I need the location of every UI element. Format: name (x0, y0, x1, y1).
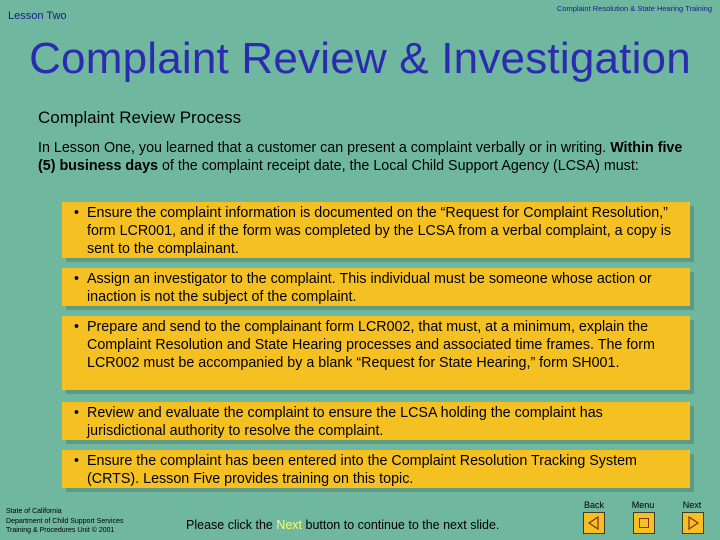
bullet-text-3: Prepare and send to the complainant form… (87, 319, 655, 371)
lesson-label: Lesson Two (8, 10, 67, 22)
bullet-box-3: • Prepare and send to the complainant fo… (62, 316, 690, 390)
instruction-pre: Please click the (186, 518, 277, 532)
bullet-text-1: Ensure the complaint information is docu… (87, 205, 672, 257)
back-label: Back (583, 500, 604, 510)
section-heading: Complaint Review Process (38, 108, 242, 127)
intro-text-end: of the complaint receipt date, the Local… (157, 158, 639, 174)
bullet-marker: • (74, 205, 80, 221)
back-arrow-icon (587, 515, 599, 531)
bullet-marker: • (74, 405, 80, 421)
instruction-message: Please click the Next button to continue… (186, 518, 499, 532)
bullet-text-2: Assign an investigator to the complaint.… (87, 271, 652, 305)
org-line-3: Training & Procedures Unit © 2001 (6, 527, 115, 534)
bullet-box-5: • Ensure the complaint has been entered … (62, 450, 690, 488)
next-arrow-icon (688, 515, 700, 531)
bullet-box-1: • Ensure the complaint information is do… (62, 202, 690, 258)
menu-square-icon (639, 518, 649, 528)
bullet-box-2: • Assign an investigator to the complain… (62, 268, 690, 306)
bullet-text-4: Review and evaluate the complaint to ens… (87, 405, 603, 439)
bullet-marker: • (74, 453, 80, 469)
bullet-marker: • (74, 271, 80, 287)
bullet-marker: • (74, 319, 80, 335)
menu-button[interactable] (633, 512, 655, 534)
intro-text-start: In Lesson One, you learned that a custom… (38, 140, 611, 156)
org-line-1: State of California (6, 508, 62, 515)
back-button[interactable] (583, 512, 605, 534)
course-title: Complaint Resolution & State Hearing Tra… (556, 4, 712, 13)
menu-label: Menu (631, 500, 655, 510)
next-button[interactable] (682, 512, 704, 534)
bullet-text-5: Ensure the complaint has been entered in… (87, 453, 637, 487)
intro-paragraph: In Lesson One, you learned that a custom… (38, 139, 698, 175)
page-title: Complaint Review & Investigation (29, 34, 691, 83)
organization-credit: State of California Department of Child … (6, 507, 124, 536)
next-label: Next (682, 500, 702, 510)
bullet-box-4: • Review and evaluate the complaint to e… (62, 402, 690, 440)
instruction-next-highlight: Next (276, 518, 303, 532)
instruction-post: button to continue to the next slide. (302, 518, 500, 532)
org-line-2: Department of Child Support Services (6, 517, 124, 525)
